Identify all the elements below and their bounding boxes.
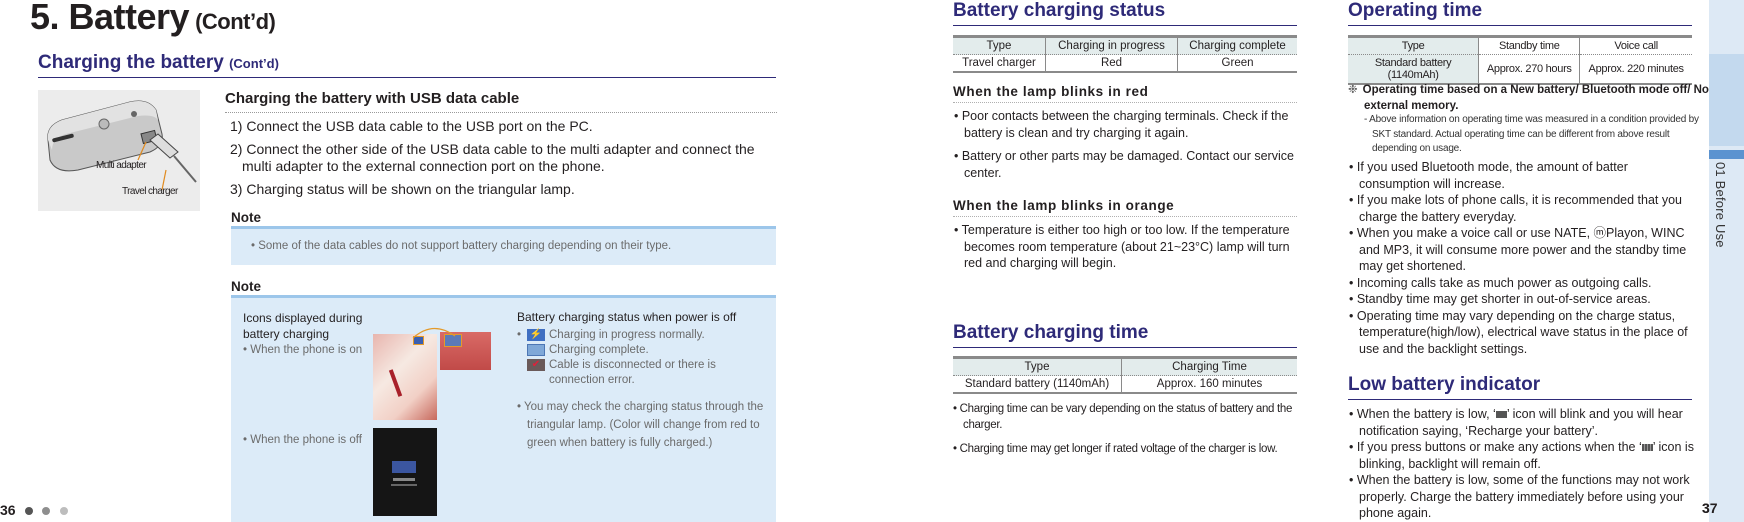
battery-error-icon: ✔ xyxy=(527,359,545,371)
note-box-2: Icons displayed during battery charging … xyxy=(231,298,776,522)
table-header: Standby time xyxy=(1478,35,1580,55)
table-header: Charging complete xyxy=(1177,35,1297,55)
status-item-complete: Charging complete. xyxy=(517,343,767,358)
note-title-1: Note xyxy=(231,210,776,229)
phone-off-screen-image xyxy=(373,428,437,516)
red-lamp-list: • Poor contacts between the charging ter… xyxy=(953,108,1299,181)
table-header: Charging in progress xyxy=(1044,35,1178,55)
list-item: • Charging time may get longer if rated … xyxy=(953,443,1278,455)
table-row: Standard battery (1140mAh) Approx. 160 m… xyxy=(953,375,1297,394)
phone-charging-illustration: Multi adapter Travel charger xyxy=(38,90,200,211)
charging-bolt-icon: ⚡ xyxy=(527,329,545,341)
table-row: Standard battery (1140mAh) Approx. 270 h… xyxy=(1348,54,1692,85)
callout-arc-icon xyxy=(412,327,456,339)
list-item: • Incoming calls take as much power as o… xyxy=(1349,275,1652,290)
lamp-note-text: • You may check the charging status thro… xyxy=(517,401,764,449)
list-item: • Poor contacts between the charging ter… xyxy=(954,109,1289,140)
operating-footnote-detail: - Above information on operating time wa… xyxy=(1364,114,1699,154)
page-title-suffix: (Cont’d) xyxy=(195,9,276,34)
table-header: Type xyxy=(953,35,1046,55)
list-item: • Temperature is either too high or too … xyxy=(954,223,1290,270)
usb-cable-heading: Charging the battery with USB data cable xyxy=(225,90,777,113)
footer-dot-icon xyxy=(25,507,34,515)
footer-dot-icon xyxy=(59,507,68,515)
table-cell: Approx. 270 hours xyxy=(1478,54,1580,85)
footer-dot-icon xyxy=(42,507,51,515)
page-number-left: 36 xyxy=(0,502,16,518)
list-item: • If you make lots of phone calls, it is… xyxy=(1349,193,1683,224)
table-header: Type xyxy=(1348,35,1479,55)
table-cell: Green xyxy=(1177,54,1297,73)
red-lamp-heading: When the lamp blinks in red xyxy=(953,84,1297,103)
phone-on-label: • When the phone is on xyxy=(243,344,363,356)
icons-heading: Icons displayed during battery charging xyxy=(243,311,363,341)
low-battery-icon xyxy=(1495,411,1507,419)
usb-steps-list: 1) Connect the USB data cable to the USB… xyxy=(222,118,778,204)
table-header: Charging Time xyxy=(1121,356,1297,376)
section-title-charging-status: Battery charging status xyxy=(953,0,1297,26)
left-page-footer: 36 xyxy=(0,502,68,520)
travel-charger-label: Travel charger xyxy=(122,186,178,197)
chapter-label: 01 Before Use xyxy=(1713,162,1728,248)
status-list: • ⚡ Charging in progress normally. Charg… xyxy=(517,328,767,388)
status-item-charging: • ⚡ Charging in progress normally. xyxy=(517,329,705,341)
table-cell: Travel charger xyxy=(953,54,1046,73)
operating-time-list: • If you used Bluetooth mode, the amount… xyxy=(1348,159,1694,357)
step-item: 3) Charging status will be shown on the … xyxy=(230,181,575,197)
status-item-error: ✔ Cable is disconnected or there is conn… xyxy=(517,358,767,388)
table-header: Type xyxy=(953,356,1122,376)
list-item: • When you make a voice call or use NATE… xyxy=(1349,226,1687,273)
section-title-operating-time: Operating time xyxy=(1348,0,1692,26)
list-item: • When the battery is low, ‘’ icon will … xyxy=(1349,407,1683,438)
list-item: • When the battery is low, some of the f… xyxy=(1349,473,1690,520)
charging-status-table: Type Charging in progress Charging compl… xyxy=(953,35,1297,73)
sidebar-band xyxy=(1709,54,1744,146)
list-item: • Charging time can be vary depending on… xyxy=(953,403,1293,431)
step-item: 1) Connect the USB data cable to the USB… xyxy=(230,118,593,134)
asterisk-icon: ❉ xyxy=(1348,84,1358,96)
phone-on-screen-image xyxy=(373,334,437,420)
list-item: • If you press buttons or make any actio… xyxy=(1349,440,1694,471)
table-cell: Red xyxy=(1044,54,1178,73)
charging-time-notes: • Charging time can be vary depending on… xyxy=(953,401,1301,457)
table-row: Travel charger Red Green xyxy=(953,54,1297,73)
low-battery-icon xyxy=(1641,444,1653,452)
charging-time-table: Type Charging Time Standard battery (114… xyxy=(953,356,1297,394)
page-title: 5. Battery (Cont’d) xyxy=(30,0,276,37)
list-item: • If you used Bluetooth mode, the amount… xyxy=(1349,160,1628,191)
list-item: • Standby time may get shorter in out-of… xyxy=(1349,292,1651,306)
battery-charging-icon xyxy=(392,461,416,473)
battery-full-icon xyxy=(527,344,545,356)
table-cell: Standard battery (1140mAh) xyxy=(1348,54,1479,85)
chapter-tab-marker[interactable] xyxy=(1709,150,1744,159)
low-battery-list: • When the battery is low, ‘’ icon will … xyxy=(1348,406,1696,522)
operating-footnote: ❉ Operating time based on a New battery/ … xyxy=(1348,84,1709,112)
orange-lamp-heading: When the lamp blinks in orange xyxy=(953,198,1297,217)
multi-adapter-label: Multi adapter xyxy=(96,160,147,171)
step-item: 2) Connect the other side of the USB dat… xyxy=(230,141,755,174)
table-cell: Standard battery (1140mAh) xyxy=(953,375,1122,394)
operating-time-table: Type Standby time Voice call Standard ba… xyxy=(1348,35,1692,85)
list-item: • Operating time may vary depending on t… xyxy=(1349,308,1688,356)
section-title-charging-time: Battery charging time xyxy=(953,322,1297,348)
section-title-charging: Charging the battery (Cont’d) xyxy=(38,52,776,78)
status-heading: Battery charging status when power is of… xyxy=(517,310,737,324)
chapter-sidebar: 01 Before Use xyxy=(1709,0,1744,522)
list-item: • Battery or other parts may be damaged.… xyxy=(954,149,1294,180)
table-cell: Approx. 160 minutes xyxy=(1121,375,1297,394)
page-number-right-overlay: 37 xyxy=(1702,500,1718,516)
note-title-2: Note xyxy=(231,279,776,298)
table-header: Voice call xyxy=(1579,35,1692,55)
table-cell: Approx. 220 minutes xyxy=(1579,54,1692,85)
note-text-1: • Some of the data cables do not support… xyxy=(251,240,672,252)
note-box-1: • Some of the data cables do not support… xyxy=(231,229,776,265)
orange-lamp-list: • Temperature is either too high or too … xyxy=(953,222,1299,272)
phone-off-label: • When the phone is off xyxy=(243,434,362,446)
section-title-low-battery: Low battery indicator xyxy=(1348,374,1692,400)
